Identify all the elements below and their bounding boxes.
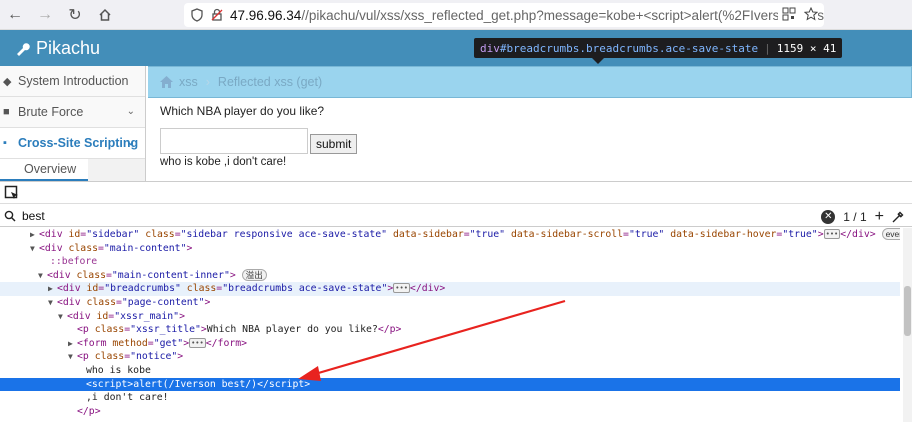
message-form: submit xyxy=(160,128,358,154)
sidebar-item-label: System Introduction xyxy=(18,74,129,88)
tooltip-tag: div xyxy=(480,41,500,55)
site-logo[interactable]: Pikachu xyxy=(14,38,100,59)
breadcrumb-separator-icon: › xyxy=(205,75,210,89)
expand-triangle-icon[interactable]: ▶ xyxy=(30,228,39,242)
submit-button[interactable]: submit xyxy=(310,134,358,154)
brand-name: Pikachu xyxy=(36,38,101,58)
wrench-icon xyxy=(17,42,30,56)
dom-node[interactable]: ▶ <div id="sidebar" class="sidebar respon… xyxy=(0,228,900,242)
expand-triangle-icon[interactable]: ▶ xyxy=(68,337,77,351)
tooltip-selector: #breadcrumbs.breadcrumbs.ace-save-state xyxy=(499,41,759,55)
sidebar-item-xss[interactable]: ▪ Cross-Site Scripting ⌄ xyxy=(0,128,145,159)
tooltip-separator: | xyxy=(764,41,771,55)
url-path: //pikachu/vul/xss/xss_reflected_get.php?… xyxy=(301,7,824,23)
collapse-triangle-icon[interactable]: ▼ xyxy=(68,350,77,364)
question-title: Which NBA player do you like? xyxy=(160,104,325,118)
tag-icon: ◆ xyxy=(3,75,12,88)
sidebar-subitem-label: Overview xyxy=(24,162,77,176)
dom-node[interactable]: ▶ <form method="get"> ••• </form> xyxy=(0,337,900,351)
dom-node[interactable]: </p> xyxy=(0,405,900,419)
devtools-search: best ✕ 1 / 1 + xyxy=(0,205,912,227)
hierarchy-icon: ▪ xyxy=(3,137,7,149)
devtools-toolbar xyxy=(0,182,912,204)
dom-node[interactable]: ::before xyxy=(0,255,900,269)
tooltip-size: 1159 × 41 xyxy=(776,41,837,55)
search-match-count: 1 / 1 xyxy=(843,210,867,224)
element-picker-icon[interactable] xyxy=(4,185,20,201)
message-input[interactable] xyxy=(160,128,308,154)
sidebar-subitem-overview[interactable]: Overview xyxy=(0,159,88,181)
lock-icon: ■ xyxy=(3,106,10,118)
overflow-badge[interactable]: 溢出 xyxy=(241,268,267,281)
forward-icon[interactable]: → xyxy=(30,0,60,30)
dom-node[interactable]: ,i don't care! xyxy=(0,391,900,405)
address-bar[interactable]: 47.96.96.34//pikachu/vul/xss/xss_reflect… xyxy=(184,3,824,27)
sidebar-item-label: Brute Force xyxy=(18,105,84,119)
dom-node[interactable]: ▼ <div id="xssr_main"> xyxy=(0,310,900,324)
dom-node[interactable]: ▼ <div class="main-content-inner"> 溢出 xyxy=(0,268,900,283)
dom-node[interactable]: who is kobe xyxy=(0,364,900,378)
shield-icon[interactable] xyxy=(190,8,204,22)
qr-code-icon[interactable] xyxy=(782,7,796,21)
breadcrumb: xss › Reflected xss (get) xyxy=(148,66,912,98)
collapsed-content-icon[interactable]: ••• xyxy=(823,229,841,239)
dom-node[interactable]: ▼ <div class="main-content"> xyxy=(0,242,900,256)
dom-node[interactable]: <p class="xssr_title">Which NBA player d… xyxy=(0,323,900,337)
expand-triangle-icon[interactable]: ▶ xyxy=(48,282,57,296)
devtools-scrollbar[interactable] xyxy=(903,228,912,422)
home-icon[interactable] xyxy=(90,0,120,30)
sidebar-item-label: Cross-Site Scripting xyxy=(18,136,139,150)
breadcrumb-link-xss[interactable]: xss xyxy=(179,75,198,89)
collapsed-content-icon[interactable]: ••• xyxy=(393,283,410,294)
event-badge[interactable]: event xyxy=(881,228,900,240)
collapsed-content-icon[interactable]: ••• xyxy=(189,337,206,348)
url-host: 47.96.96.34 xyxy=(230,7,302,23)
collapse-triangle-icon[interactable]: ▼ xyxy=(30,242,39,256)
inspector-tooltip: div #breadcrumbs.breadcrumbs.ace-save-sta… xyxy=(474,38,843,64)
sidebar-item-system-introduction[interactable]: ◆ System Introduction xyxy=(0,66,145,97)
breadcrumb-current: Reflected xss (get) xyxy=(217,75,323,89)
collapse-triangle-icon[interactable]: ▼ xyxy=(38,269,47,283)
add-rule-icon[interactable]: + xyxy=(875,208,884,226)
page-content: Which NBA player do you like? submit who… xyxy=(160,104,358,168)
home-icon[interactable] xyxy=(160,76,173,88)
dom-tree: ▶ <div id="sidebar" class="sidebar respon… xyxy=(0,228,900,418)
dom-node-selected[interactable]: <script>alert(/Iverson best/)</script> xyxy=(0,377,900,392)
collapse-triangle-icon[interactable]: ▼ xyxy=(48,296,57,310)
dom-node[interactable]: ▶ <div id="breadcrumbs" class="breadcrumb… xyxy=(0,282,900,296)
reload-icon[interactable]: ↻ xyxy=(60,0,90,30)
bookmark-star-icon[interactable] xyxy=(804,7,818,21)
search-icon xyxy=(4,210,16,222)
insecure-lock-icon[interactable] xyxy=(210,8,224,22)
chevron-down-icon: ⌄ xyxy=(126,106,135,117)
dom-node[interactable]: ▼ <div class="page-content"> xyxy=(0,296,900,310)
dom-node[interactable]: ▼ <p class="notice"> xyxy=(0,350,900,364)
sidebar: ◆ System Introduction ■ Brute Force ⌄ ▪ … xyxy=(0,66,146,181)
sidebar-item-brute-force[interactable]: ■ Brute Force ⌄ xyxy=(0,97,145,128)
color-picker-icon[interactable] xyxy=(892,211,904,223)
scrollbar-thumb[interactable] xyxy=(904,286,911,336)
devtools-panel: best ✕ 1 / 1 + ▶ <div id="sidebar" class=… xyxy=(0,181,912,422)
chevron-down-icon: ⌄ xyxy=(126,137,135,148)
notice-text: who is kobe ,i don't care! xyxy=(160,156,287,168)
clear-search-icon[interactable]: ✕ xyxy=(821,210,836,224)
devtools-search-input[interactable]: best xyxy=(22,209,45,223)
collapse-triangle-icon[interactable]: ▼ xyxy=(58,310,67,324)
back-icon[interactable]: ← xyxy=(0,0,30,30)
